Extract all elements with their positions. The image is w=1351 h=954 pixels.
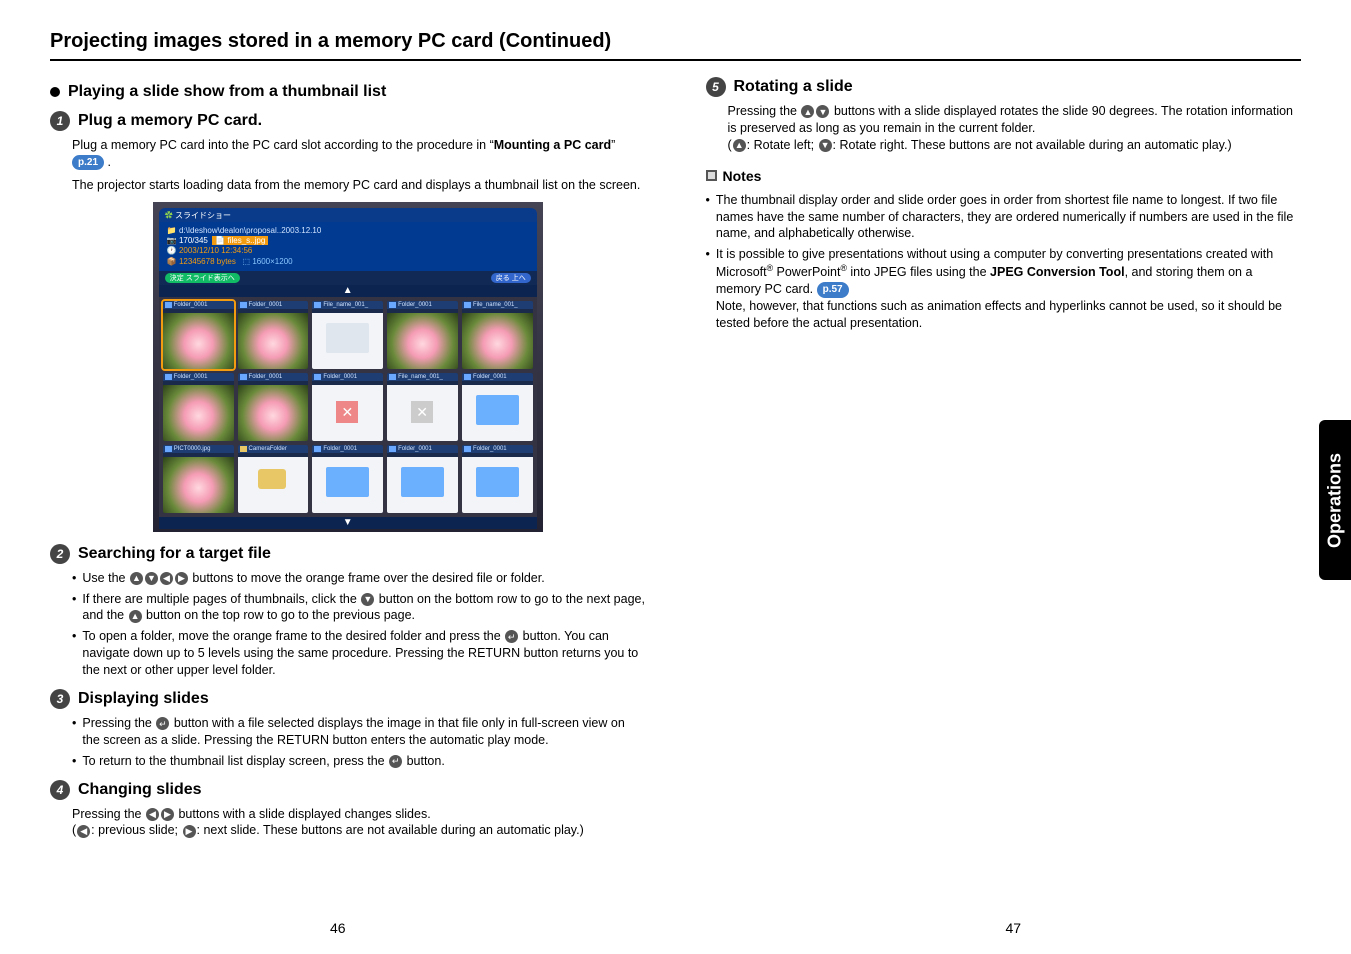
right-icon: ▶ — [175, 572, 188, 585]
step4-title: Changing slides — [78, 781, 202, 799]
thumb: PICT0000.jpg — [163, 445, 234, 513]
up-icon: ▲ — [733, 139, 746, 152]
step5-body: Pressing the ▲▼ buttons with a slide dis… — [728, 103, 1302, 154]
page-ref-p21[interactable]: p.21 — [72, 155, 104, 171]
step1-title: Plug a memory PC card. — [78, 112, 262, 130]
thumb: Folder_0001 — [238, 373, 309, 441]
bullet-dot-icon — [50, 87, 60, 97]
step2-bullet3: To open a folder, move the orange frame … — [72, 628, 646, 679]
thumb: Folder_0001 — [462, 445, 533, 513]
down-icon: ▼ — [819, 139, 832, 152]
step1-number-icon: 1 — [50, 111, 70, 131]
right-icon: ▶ — [183, 825, 196, 838]
enter-icon: ↵ — [156, 717, 169, 730]
thumb: Folder_0001 — [387, 301, 458, 369]
left-column: Playing a slide show from a thumbnail li… — [50, 77, 646, 845]
page-numbers: 46 47 — [0, 920, 1351, 936]
step1-body2: The projector starts loading data from t… — [72, 177, 646, 194]
up-icon: ▲ — [130, 572, 143, 585]
thumb: File_name_001_ — [312, 301, 383, 369]
step5-heading: 5 Rotating a slide — [706, 77, 1302, 97]
down-icon: ▼ — [361, 593, 374, 606]
down-icon: ▼ — [145, 572, 158, 585]
right-icon: ▶ — [161, 808, 174, 821]
ss-left-pill: 決定 スライド表示へ — [165, 273, 240, 283]
step3-bullet2: To return to the thumbnail list display … — [72, 753, 646, 770]
notes-heading: Notes — [706, 168, 1302, 184]
thumb: Folder_0001 — [387, 445, 458, 513]
ss-window-title: ✿ スライドショー — [159, 208, 537, 222]
step2-title: Searching for a target file — [78, 545, 271, 563]
thumbnail-screenshot: ✿ スライドショー 📁 d:\Ideshow\dealon\proposal..… — [153, 202, 543, 532]
down-icon: ▼ — [816, 105, 829, 118]
step4-number-icon: 4 — [50, 780, 70, 800]
step3-number-icon: 3 — [50, 689, 70, 709]
enter-icon: ↵ — [505, 630, 518, 643]
thumb-selected: Folder_0001 — [163, 301, 234, 369]
step4-body: Pressing the ◀▶ buttons with a slide dis… — [72, 806, 646, 840]
step2-heading: 2 Searching for a target file — [50, 544, 646, 564]
step2-bullet1: Use the ▲▼◀▶ buttons to move the orange … — [72, 570, 646, 587]
note2: It is possible to give presentations wit… — [706, 246, 1302, 332]
ss-up-arrow: ▲ — [159, 285, 537, 297]
thumb: File_name_001_ — [462, 301, 533, 369]
section-heading-text: Playing a slide show from a thumbnail li… — [68, 83, 386, 101]
ss-right-pill: 戻る 上へ — [491, 273, 531, 283]
page-number-right: 47 — [676, 920, 1351, 936]
right-column: 5 Rotating a slide Pressing the ▲▼ butto… — [706, 77, 1302, 845]
ss-down-arrow: ▼ — [159, 517, 537, 529]
notes-title: Notes — [723, 168, 762, 184]
note1: The thumbnail display order and slide or… — [706, 192, 1302, 243]
step5-title: Rotating a slide — [734, 78, 853, 96]
enter-icon: ↵ — [389, 755, 402, 768]
step2-number-icon: 2 — [50, 544, 70, 564]
page-ref-p57[interactable]: p.57 — [817, 282, 849, 298]
ss-bar: 決定 スライド表示へ 戻る 上へ — [159, 271, 537, 285]
page-title: Projecting images stored in a memory PC … — [50, 30, 1301, 61]
thumb: File_name_001_✕ — [387, 373, 458, 441]
thumb: Folder_0001 — [238, 301, 309, 369]
up-icon: ▲ — [801, 105, 814, 118]
step5-number-icon: 5 — [706, 77, 726, 97]
side-tab-operations: Operations — [1319, 420, 1351, 580]
left-icon: ◀ — [77, 825, 90, 838]
ss-thumbnail-grid: Folder_0001 Folder_0001 File_name_001_ F… — [159, 297, 537, 517]
step3-heading: 3 Displaying slides — [50, 689, 646, 709]
thumb: Folder_0001 — [462, 373, 533, 441]
step2-bullet2: If there are multiple pages of thumbnail… — [72, 591, 646, 625]
ss-info-panel: 📁 d:\Ideshow\dealon\proposal..2003.12.10… — [159, 222, 537, 272]
step3-title: Displaying slides — [78, 690, 209, 708]
step1-heading: 1 Plug a memory PC card. — [50, 111, 646, 131]
step3-bullet1: Pressing the ↵ button with a file select… — [72, 715, 646, 749]
thumb: Folder_0001✕ — [312, 373, 383, 441]
thumb: CameraFolder — [238, 445, 309, 513]
section-heading-playing: Playing a slide show from a thumbnail li… — [50, 83, 646, 101]
step1-body1: Plug a memory PC card into the PC card s… — [72, 137, 646, 171]
left-icon: ◀ — [160, 572, 173, 585]
left-icon: ◀ — [146, 808, 159, 821]
notes-square-icon — [706, 170, 717, 181]
thumb: Folder_0001 — [312, 445, 383, 513]
step4-heading: 4 Changing slides — [50, 780, 646, 800]
thumb: Folder_0001 — [163, 373, 234, 441]
up-icon: ▲ — [129, 610, 142, 623]
page-number-left: 46 — [0, 920, 676, 936]
